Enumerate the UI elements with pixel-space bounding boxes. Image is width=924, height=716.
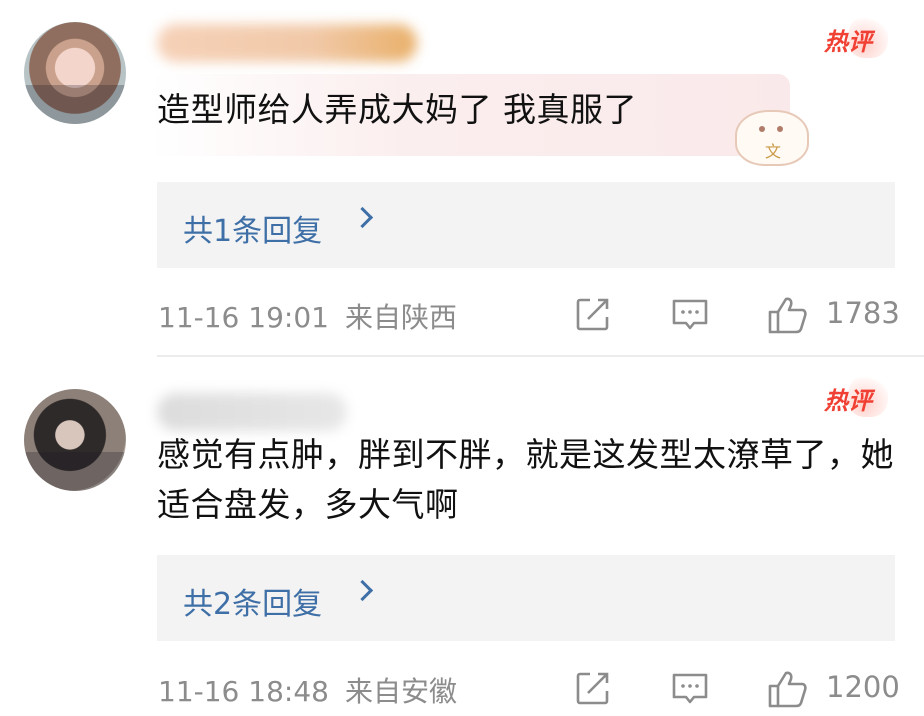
replies-label: 共2条回复 bbox=[183, 587, 323, 622]
sticker-icon: 文 bbox=[735, 110, 809, 166]
view-replies-button[interactable]: 共1条回复 bbox=[157, 182, 895, 268]
hot-comment-badge: 热评 bbox=[824, 14, 888, 58]
username-blurred[interactable] bbox=[157, 24, 417, 62]
comment-time: 11-16 18:48 bbox=[158, 675, 329, 708]
comment-card: 热评 感觉有点肿，胖到不胖，就是这发型太潦草了，她适合盘发，多大气啊 共2条回复… bbox=[0, 357, 924, 716]
share-icon[interactable] bbox=[574, 295, 612, 333]
comment-location: 来自安徽 bbox=[344, 675, 457, 708]
chevron-right-icon bbox=[351, 579, 374, 602]
like-count: 1200 bbox=[826, 670, 900, 704]
replies-label: 共1条回复 bbox=[183, 214, 323, 249]
comment-text: 感觉有点肿，胖到不胖，就是这发型太潦草了，她适合盘发，多大气啊 bbox=[157, 435, 894, 524]
comment-card: 热评 文 造型师给人弄成大妈了 我真服了 共1条回复 11-16 19:01 来自… bbox=[0, 0, 924, 356]
hot-comment-badge: 热评 bbox=[824, 373, 888, 417]
comment-meta: 11-16 19:01 来自陕西 bbox=[158, 296, 457, 336]
avatar[interactable] bbox=[24, 389, 126, 491]
avatar[interactable] bbox=[24, 22, 126, 124]
thumbs-up-icon[interactable] bbox=[768, 669, 807, 708]
comment-icon[interactable] bbox=[671, 669, 709, 707]
comment-meta: 11-16 18:48 来自安徽 bbox=[158, 670, 457, 710]
comment-location: 来自陕西 bbox=[344, 301, 457, 334]
chevron-right-icon bbox=[351, 206, 374, 229]
thumbs-up-icon[interactable] bbox=[768, 295, 807, 334]
share-icon[interactable] bbox=[574, 669, 612, 707]
comment-time: 11-16 19:01 bbox=[158, 301, 329, 334]
username-blurred[interactable] bbox=[157, 393, 347, 431]
like-count: 1783 bbox=[826, 296, 900, 330]
comment-text: 造型师给人弄成大妈了 我真服了 bbox=[157, 90, 637, 129]
comment-icon[interactable] bbox=[671, 295, 709, 333]
view-replies-button[interactable]: 共2条回复 bbox=[157, 555, 895, 641]
